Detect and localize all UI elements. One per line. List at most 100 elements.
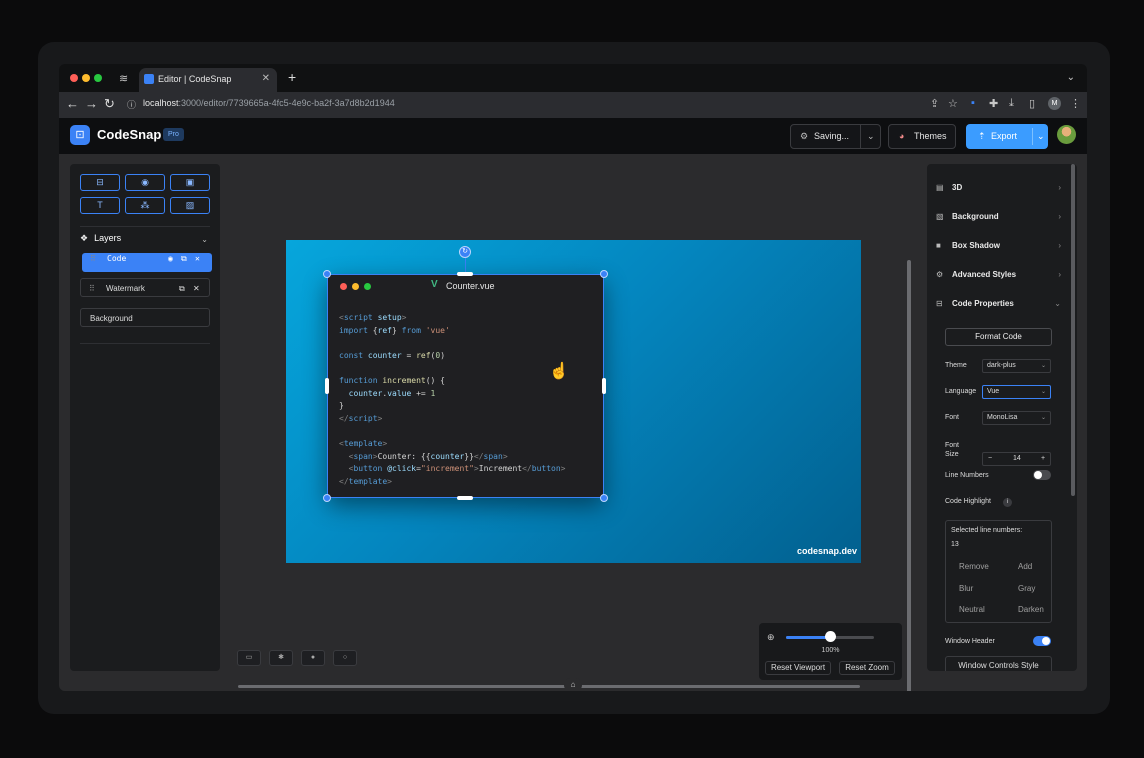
watermark-text[interactable]: codesnap.dev [797,546,857,556]
pin-icon[interactable]: ● [301,650,325,666]
resize-handle-right[interactable] [602,378,606,394]
theme-select[interactable]: dark-plus ⌄ [982,359,1051,373]
section-advanced-styles[interactable]: ⚙ Advanced Styles › [936,268,1061,282]
line-numbers-toggle[interactable] [1033,470,1051,480]
tab-search-chevron-icon[interactable]: ⌄ [1067,72,1075,83]
add-highlight-button[interactable]: Add [1018,562,1032,571]
share-icon[interactable]: ⇪ [930,97,939,110]
close-window-dot[interactable] [70,74,78,82]
maximize-window-dot[interactable] [94,74,102,82]
tab-title: Editor | CodeSnap [158,74,232,84]
browser-menu-icon[interactable]: ⋮ [1070,97,1081,110]
reload-icon[interactable]: ↻ [104,96,115,112]
eye-icon[interactable]: ◉ [168,253,173,266]
resize-handle-bottom[interactable] [457,496,473,500]
user-avatar[interactable] [1057,125,1076,144]
vertical-scrollbar[interactable] [907,260,911,691]
info-icon[interactable]: i [1003,498,1012,507]
blur-button[interactable]: Blur [959,584,973,593]
reset-zoom-button[interactable]: Reset Zoom [839,661,895,675]
add-text-tool-icon[interactable]: T [80,197,120,214]
properties-scrollbar[interactable] [1071,164,1075,496]
add-frame-tool-icon[interactable]: ▣ [170,174,210,191]
layers-header[interactable]: ❖ Layers [80,233,121,244]
code-highlight-label: Code Highlight [945,498,991,505]
image-icon: ▧ [936,212,944,221]
export-button[interactable]: ⇡ Export ⌄ [966,124,1048,149]
codesnap-logo-icon[interactable]: ⊡ [70,125,90,145]
fit-canvas-icon[interactable]: ⌂ [564,678,582,691]
darken-button[interactable]: Darken [1018,605,1044,614]
address-bar[interactable]: localhost:3000/editor/7739665a-4fc5-4e9c… [143,98,395,108]
side-panel-icon[interactable]: ▯ [1029,97,1035,110]
section-code-properties[interactable]: ⊟ Code Properties ⌄ [936,297,1061,311]
add-image-tool-icon[interactable]: ▨ [170,197,210,214]
tab-group-icon[interactable]: ≋ [119,72,128,85]
duplicate-icon[interactable]: ⧉ [181,253,187,266]
resize-handle-top-left[interactable] [323,270,331,278]
bookmark-star-icon[interactable]: ☆ [948,97,958,110]
drag-handle-icon[interactable]: ⠿ [90,253,96,266]
remove-highlight-button[interactable]: Remove [959,562,989,571]
section-3d[interactable]: ▤ 3D › [936,181,1061,195]
chevron-down-icon[interactable]: ⌄ [867,125,875,148]
font-size-value[interactable]: 14 [1013,453,1021,465]
layer-background[interactable]: Background [80,308,210,327]
minimize-window-dot[interactable] [82,74,90,82]
puzzle-extensions-icon[interactable]: ✚ [989,97,998,110]
neutral-button[interactable]: Neutral [959,605,985,614]
export-menu-chevron-icon[interactable]: ⌄ [1037,124,1045,149]
minus-icon[interactable]: − [988,453,992,465]
font-select[interactable]: MonoLisa ⌄ [982,411,1051,425]
resize-handle-bottom-right[interactable] [600,494,608,502]
forward-icon[interactable]: → [85,96,98,111]
chevron-down-icon: ⌄ [1040,415,1046,421]
duplicate-icon[interactable]: ⧉ [179,279,185,298]
circle-tool-icon[interactable]: ○ [333,650,357,666]
window-header-toggle[interactable] [1033,636,1051,646]
add-shapes-tool-icon[interactable]: ⁂ [125,197,165,214]
add-code-tool-icon[interactable]: ⊟ [80,174,120,191]
download-icon[interactable]: ⤓ [1009,97,1014,110]
delete-icon[interactable]: ✕ [193,279,200,298]
themes-button[interactable]: ◕ Themes [888,124,956,149]
gray-button[interactable]: Gray [1018,584,1035,593]
rotate-handle-icon[interactable]: ↻ [459,246,471,258]
saving-button[interactable]: ⚙ Saving... ⌄ [790,124,881,149]
resize-handle-bottom-left[interactable] [323,494,331,502]
url-host: localhost [143,98,179,108]
site-info-icon[interactable]: ⓘ [127,98,136,111]
profile-avatar[interactable]: M [1048,97,1061,110]
window-controls-style-button[interactable]: Window Controls Style [945,656,1052,671]
plus-icon[interactable]: + [1041,453,1045,465]
drag-handle-icon[interactable]: ⠿ [89,279,95,298]
add-emoji-tool-icon[interactable]: ◉ [125,174,165,191]
resize-handle-top-right[interactable] [600,270,608,278]
section-background[interactable]: ▧ Background › [936,210,1061,224]
resize-handle-top[interactable] [457,272,473,276]
close-tab-icon[interactable]: ✕ [262,73,270,84]
extension-icon[interactable]: ▪ [971,97,975,109]
layers-title: Layers [94,233,122,243]
language-select[interactable]: Vue ⌄ [982,385,1051,399]
horizontal-scrollbar[interactable] [238,685,860,688]
settings-icon[interactable]: ✱ [269,650,293,666]
back-icon[interactable]: ← [66,96,79,111]
layer-watermark[interactable]: ⠿ Watermark ⧉ ✕ [80,278,210,297]
resize-handle-left[interactable] [325,378,329,394]
font-size-stepper[interactable]: − 14 + [982,452,1051,466]
section-box-shadow[interactable]: ■ Box Shadow › [936,239,1061,253]
browser-tab[interactable]: Editor | CodeSnap ✕ [139,68,277,92]
font-value: MonoLisa [987,414,1018,421]
window-header-label: Window Header [945,638,995,645]
format-code-button[interactable]: Format Code [945,328,1052,346]
keyboard-icon[interactable]: ▭ [237,650,261,666]
zoom-icon: ⊕ [767,632,775,642]
chevron-down-icon[interactable]: ⌄ [201,235,208,244]
layer-code[interactable]: ⠿ Code ◉ ⧉ ✕ [82,253,212,272]
reset-viewport-button[interactable]: Reset Viewport [765,661,831,675]
code-window[interactable]: V Counter.vue <script setup> import {ref… [327,274,604,498]
new-tab-icon[interactable]: + [288,69,296,85]
zoom-slider-thumb[interactable] [825,631,836,642]
delete-icon[interactable]: ✕ [195,253,200,266]
